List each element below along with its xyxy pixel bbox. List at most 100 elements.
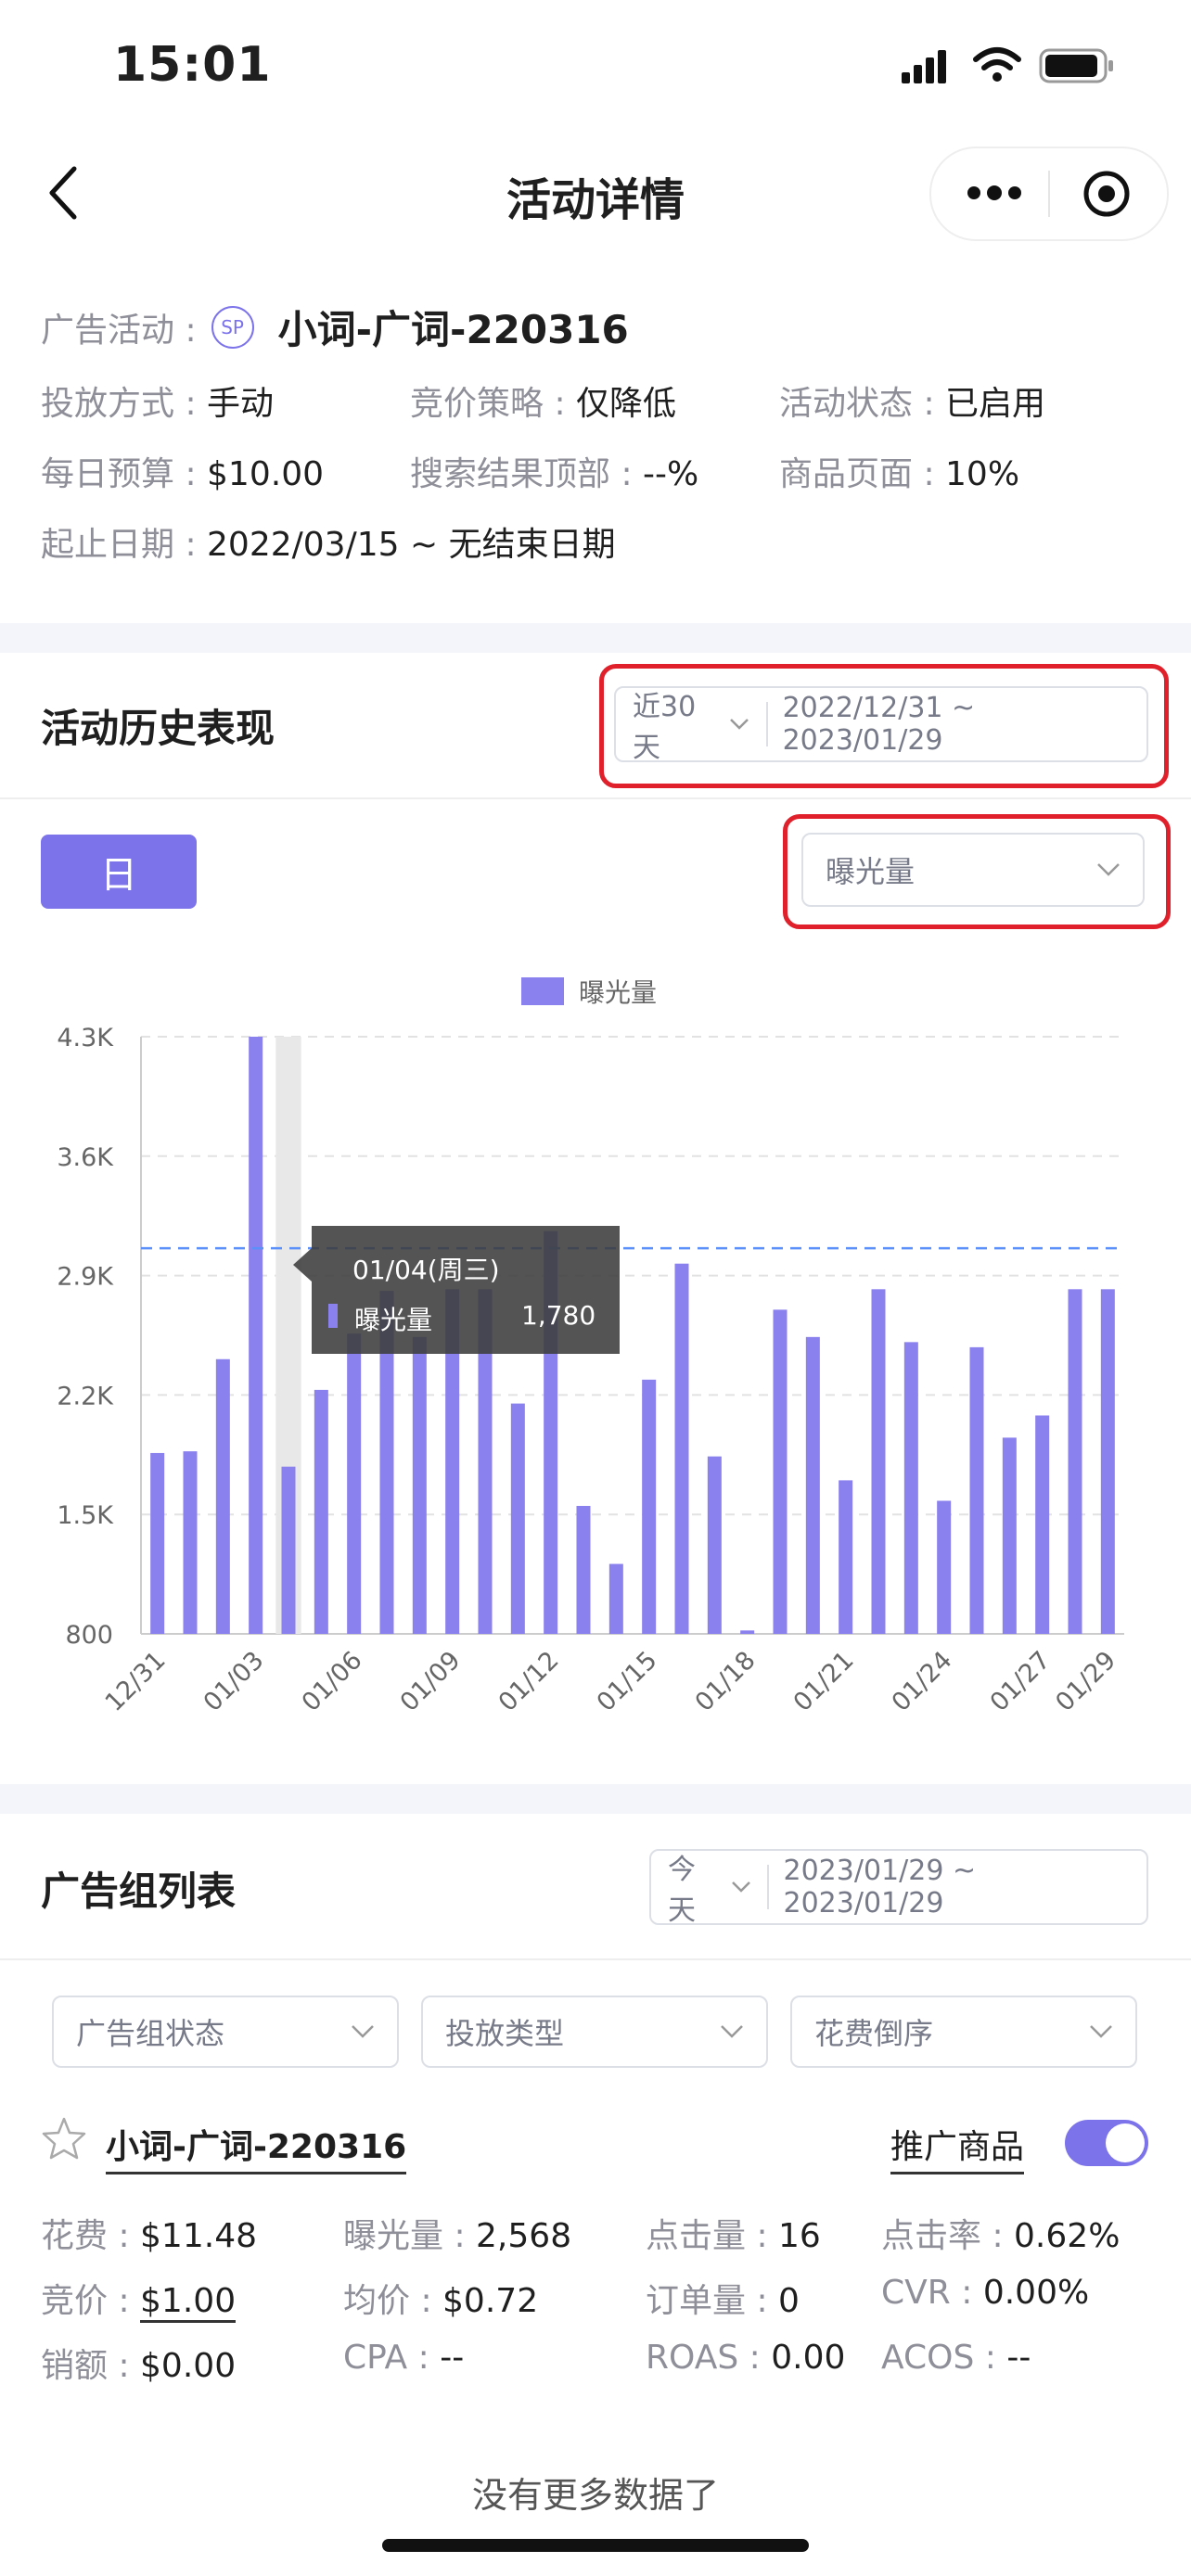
- stat-label: 点击量 :: [646, 2217, 768, 2255]
- date-range[interactable]: 2022/12/31 ~ 2023/01/29: [768, 692, 1146, 757]
- field-bid-strategy: 竞价策略 : 仅降低: [410, 385, 677, 423]
- chart-tooltip: 01/04(周三) 曝光量 1,780: [293, 1226, 620, 1354]
- stat-item: 花费 : $11.48: [41, 2209, 257, 2257]
- stat-value[interactable]: $1.00: [140, 2282, 237, 2323]
- campaign-name: 小词-广词-220316: [277, 307, 629, 352]
- section-divider: [0, 623, 1191, 653]
- bar-01-22: [871, 1289, 886, 1634]
- chevron-down-icon: [731, 1881, 750, 1893]
- wifi-icon: [973, 47, 1021, 82]
- impressions-chart: 4.3K 3.6K 2.9K 2.2K 1.5K 80012/31 01/03 01/06 01…: [57, 977, 1124, 1717]
- adgroup-toggle[interactable]: [1065, 2120, 1148, 2166]
- stat-item: CVR : 0.00%: [881, 2274, 1089, 2312]
- field-dates: 起止日期 : 2022/03/15 ~ 无结束日期: [41, 526, 616, 564]
- more-icon[interactable]: [967, 182, 1022, 204]
- bar-01-14: [608, 1563, 623, 1634]
- chevron-down-icon: [352, 2025, 374, 2038]
- home-indicator: [382, 2539, 809, 2552]
- stat-value: 0: [778, 2282, 800, 2320]
- tooltip-swatch: [328, 1304, 338, 1328]
- chevron-down-icon: [1097, 863, 1120, 876]
- x-tick-label: 01/18: [690, 1646, 762, 1717]
- bar-01-27: [1035, 1415, 1050, 1634]
- filter-targeting-type[interactable]: 投放类型: [421, 1996, 768, 2068]
- bar-01-18: [740, 1630, 755, 1634]
- bar-01-28: [1068, 1289, 1082, 1634]
- adgroup-name-link[interactable]: 小词-广词-220316: [106, 2120, 407, 2174]
- bar-01-04: [281, 1466, 296, 1634]
- stat-value: 16: [778, 2217, 821, 2255]
- tooltip-value: 1,780: [521, 1300, 596, 1331]
- close-target-icon[interactable]: [1082, 169, 1132, 219]
- chevron-down-icon: [730, 719, 749, 730]
- x-tick-label: 01/29: [1050, 1646, 1121, 1717]
- stat-value: --: [1006, 2339, 1031, 2377]
- bar-01-25: [969, 1346, 984, 1634]
- campaign-header: 广告活动 : SP 小词-广词-220316: [41, 299, 629, 355]
- stat-item: 均价 : $0.72: [343, 2274, 538, 2322]
- star-icon[interactable]: [41, 2116, 87, 2161]
- bar-01-05: [314, 1389, 328, 1634]
- bar-01-19: [773, 1309, 788, 1634]
- stat-item: 点击量 : 16: [646, 2209, 821, 2257]
- adgroup-date-range[interactable]: 2023/01/29 ~ 2023/01/29: [769, 1855, 1147, 1919]
- y-tick-label: 3.6K: [57, 1143, 114, 1172]
- stat-value: 0.00%: [982, 2274, 1090, 2312]
- bar-01-06: [347, 1333, 362, 1634]
- divider: [0, 797, 1191, 799]
- stat-item: CPA : --: [343, 2339, 464, 2377]
- no-more-data: 没有更多数据了: [471, 2475, 719, 2516]
- bar-01-23: [903, 1342, 918, 1634]
- y-tick-label: 4.3K: [57, 1024, 114, 1052]
- stat-label: 点击率 :: [881, 2217, 1004, 2255]
- stat-value: $0.00: [140, 2347, 237, 2385]
- metric-select[interactable]: 曝光量: [801, 833, 1145, 907]
- stat-item: 点击率 : 0.62%: [881, 2209, 1120, 2257]
- x-tick-label: 01/15: [592, 1646, 663, 1717]
- bar-01-24: [937, 1500, 952, 1634]
- filter-sort-spend[interactable]: 花费倒序: [790, 1996, 1137, 2068]
- field-budget: 每日预算 : $10.00: [41, 455, 324, 493]
- stat-value: 2,568: [476, 2217, 572, 2255]
- history-date-picker[interactable]: 近30天 2022/12/31 ~ 2023/01/29: [614, 683, 1148, 765]
- stat-item: ROAS : 0.00: [646, 2339, 845, 2377]
- x-tick-label: 01/27: [985, 1646, 1057, 1717]
- stat-label: 销额 :: [41, 2347, 130, 2385]
- bar-01-11: [510, 1403, 525, 1634]
- battery-icon: [1039, 48, 1113, 83]
- status-bar: 15:01: [0, 0, 1191, 130]
- stat-label: 竞价 :: [41, 2282, 130, 2320]
- bar-12-31: [150, 1452, 165, 1634]
- legend-swatch: [521, 977, 564, 1005]
- bar-01-01: [183, 1451, 198, 1634]
- tooltip-date: 01/04(周三): [352, 1255, 500, 1285]
- stat-value: $0.72: [442, 2282, 539, 2320]
- quick-range-select[interactable]: 近30天: [616, 683, 766, 765]
- promoted-products-link[interactable]: 推广商品: [890, 2120, 1025, 2174]
- adgroup-quick-range[interactable]: 今天: [651, 1846, 767, 1928]
- x-tick-label: 01/12: [493, 1646, 565, 1717]
- divider: [0, 1958, 1191, 1960]
- stat-value: --: [440, 2339, 465, 2377]
- stat-label: 订单量 :: [646, 2282, 768, 2320]
- x-tick-label: 01/09: [395, 1646, 467, 1717]
- sp-badge: SP: [211, 305, 254, 349]
- bar-01-02: [215, 1358, 230, 1634]
- bar-01-20: [805, 1336, 820, 1634]
- stat-label: CVR :: [881, 2274, 973, 2312]
- adgroup-date-picker[interactable]: 今天 2023/01/29 ~ 2023/01/29: [649, 1846, 1148, 1928]
- x-tick-label: 01/06: [297, 1646, 368, 1717]
- y-tick-label: 1.5K: [57, 1501, 114, 1530]
- cellular-signal-icon: [902, 50, 946, 83]
- stat-item: 订单量 : 0: [646, 2274, 800, 2322]
- y-tick-label: 2.9K: [57, 1263, 114, 1292]
- stat-label: 曝光量 :: [343, 2217, 466, 2255]
- y-tick-label: 2.2K: [57, 1382, 114, 1410]
- stat-value: 0.00: [771, 2339, 846, 2377]
- stat-label: 均价 :: [343, 2282, 432, 2320]
- chevron-down-icon: [1090, 2025, 1112, 2038]
- day-granularity-button[interactable]: 日: [41, 835, 197, 909]
- stat-label: CPA :: [343, 2339, 429, 2377]
- stat-item: ACOS : --: [881, 2339, 1031, 2377]
- filter-adgroup-status[interactable]: 广告组状态: [52, 1996, 399, 2068]
